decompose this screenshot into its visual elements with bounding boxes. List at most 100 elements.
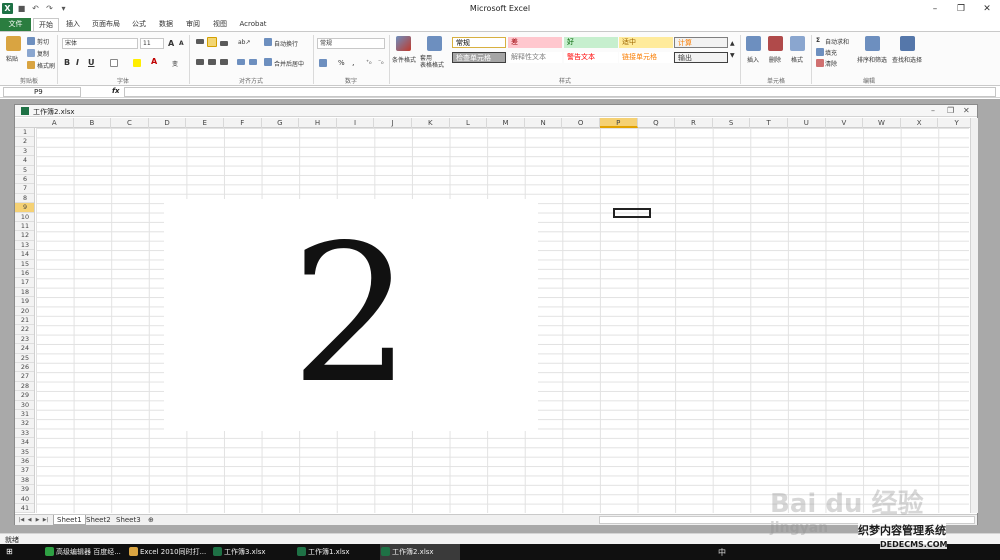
start-icon[interactable]: ⊞ [6,547,13,556]
name-box[interactable]: P9 [3,87,81,97]
align-middle-icon[interactable] [207,37,217,47]
row-header[interactable]: 2 [15,137,34,147]
sort-filter-icon[interactable] [865,36,880,51]
column-header[interactable]: E [186,118,224,128]
taskbar-item-guide[interactable]: Excel 2010同时打... [128,544,208,560]
tray-lang-indicator[interactable]: 中 [718,547,726,558]
row-header[interactable]: 6 [15,175,34,185]
number-format-select[interactable]: 常规 [317,38,385,49]
column-header[interactable]: P [600,118,638,128]
sort-filter-button[interactable]: 排序和筛选 [857,55,887,64]
format-as-table-icon[interactable] [427,36,442,51]
tab-insert[interactable]: 插入 [62,18,84,31]
wrap-text-button[interactable]: 自动换行 [274,39,298,48]
row-header[interactable]: 9 [15,203,34,213]
gallery-scroll-down-icon[interactable]: ▼ [730,52,735,59]
gallery-scroll-up-icon[interactable]: ▲ [730,40,735,47]
increase-indent-icon[interactable] [249,59,257,65]
taskbar-item-workbook1[interactable]: 工作簿1.xlsx [296,544,376,560]
row-header[interactable]: 30 [15,401,34,410]
fill-button[interactable]: 填充 [825,48,837,57]
row-header[interactable]: 31 [15,410,34,420]
tab-view[interactable]: 视图 [209,18,231,31]
column-header[interactable]: D [149,118,187,128]
column-header[interactable]: X [901,118,939,128]
column-header[interactable]: I [337,118,375,128]
column-header[interactable]: V [826,118,864,128]
format-cells-button[interactable]: 格式 [791,55,803,64]
row-header[interactable]: 22 [15,325,34,335]
row-header[interactable]: 27 [15,372,34,382]
cell-style-item[interactable]: 解释性文本 [508,52,562,63]
cell-style-item[interactable]: 好 [564,37,618,48]
tab-data[interactable]: 数据 [155,18,177,31]
paste-button[interactable]: 粘贴 [6,54,18,63]
column-header[interactable]: A [36,118,74,128]
format-cells-icon[interactable] [790,36,805,51]
orientation-icon[interactable]: ab↗ [238,39,251,46]
insert-cells-button[interactable]: 插入 [747,55,759,64]
row-header[interactable]: 32 [15,419,34,429]
row-header[interactable]: 34 [15,438,34,448]
cut-button[interactable]: 剪切 [37,37,49,46]
row-header[interactable]: 29 [15,391,34,401]
align-bottom-icon[interactable] [220,41,228,46]
percent-button[interactable]: % [338,59,345,67]
phonetic-button[interactable]: 变 [172,59,178,68]
delete-cells-button[interactable]: 删除 [769,55,781,64]
vertical-scrollbar[interactable] [970,118,978,513]
align-center-icon[interactable] [208,59,216,65]
column-header[interactable]: Q [638,118,676,128]
tab-file[interactable]: 文件 [0,18,31,31]
taskbar-item-workbook3[interactable]: 工作簿3.xlsx [212,544,292,560]
restore-button[interactable]: ❐ [948,0,974,18]
row-header[interactable]: 11 [15,222,34,232]
tab-formulas[interactable]: 公式 [128,18,150,31]
row-header[interactable]: 33 [15,429,34,439]
grow-font-button[interactable]: A [168,39,174,48]
shrink-font-button[interactable]: A [179,40,184,47]
row-header[interactable]: 21 [15,316,34,326]
conditional-formatting-button[interactable]: 条件格式 [392,55,416,64]
column-header[interactable]: J [374,118,412,128]
sheet-tab-1[interactable]: Sheet1 [53,515,86,525]
merge-center-button[interactable]: 合并后居中 [274,59,304,68]
row-header[interactable]: 41 [15,504,34,513]
bold-button[interactable]: B [64,58,70,67]
row-header[interactable]: 7 [15,184,34,194]
column-header[interactable]: C [111,118,149,128]
row-header[interactable]: 20 [15,307,34,316]
cell-grid[interactable]: 2 [36,128,969,513]
font-name-select[interactable]: 宋体 [62,38,138,49]
cell-style-item[interactable]: 链接单元格 [619,52,673,63]
insert-function-icon[interactable]: fx [112,87,120,95]
tab-home[interactable]: 开始 [33,18,59,32]
last-sheet-icon[interactable]: ▶| [42,516,49,524]
tab-review[interactable]: 审阅 [182,18,204,31]
column-header[interactable]: B [74,118,112,128]
align-right-icon[interactable] [220,59,228,65]
formula-input[interactable] [124,87,996,97]
row-header[interactable]: 5 [15,166,34,175]
conditional-formatting-icon[interactable] [396,36,411,51]
column-header[interactable]: F [224,118,262,128]
italic-button[interactable]: I [76,58,79,67]
column-header[interactable]: H [299,118,337,128]
clear-button[interactable]: 清除 [825,59,837,68]
increase-decimal-icon[interactable]: ⁺₀ [366,59,372,66]
row-header[interactable]: 25 [15,354,34,363]
borders-icon[interactable] [110,59,118,67]
sheet-tab-2[interactable]: Sheet2 [83,515,114,525]
taskbar-item-workbook2[interactable]: 工作簿2.xlsx [380,544,460,560]
align-left-icon[interactable] [196,59,204,65]
copy-button[interactable]: 复制 [37,49,49,58]
prev-sheet-icon[interactable]: ◀ [26,516,33,524]
row-header[interactable]: 19 [15,297,34,307]
tab-acrobat[interactable]: Acrobat [236,18,270,31]
cell-style-item[interactable]: 适中 [619,37,673,48]
row-header[interactable]: 8 [15,194,34,204]
row-header[interactable]: 39 [15,485,34,495]
cell-style-item[interactable]: 差 [508,37,562,48]
comma-button[interactable]: , [352,58,355,67]
decrease-decimal-icon[interactable]: ⁻₀ [378,59,384,66]
